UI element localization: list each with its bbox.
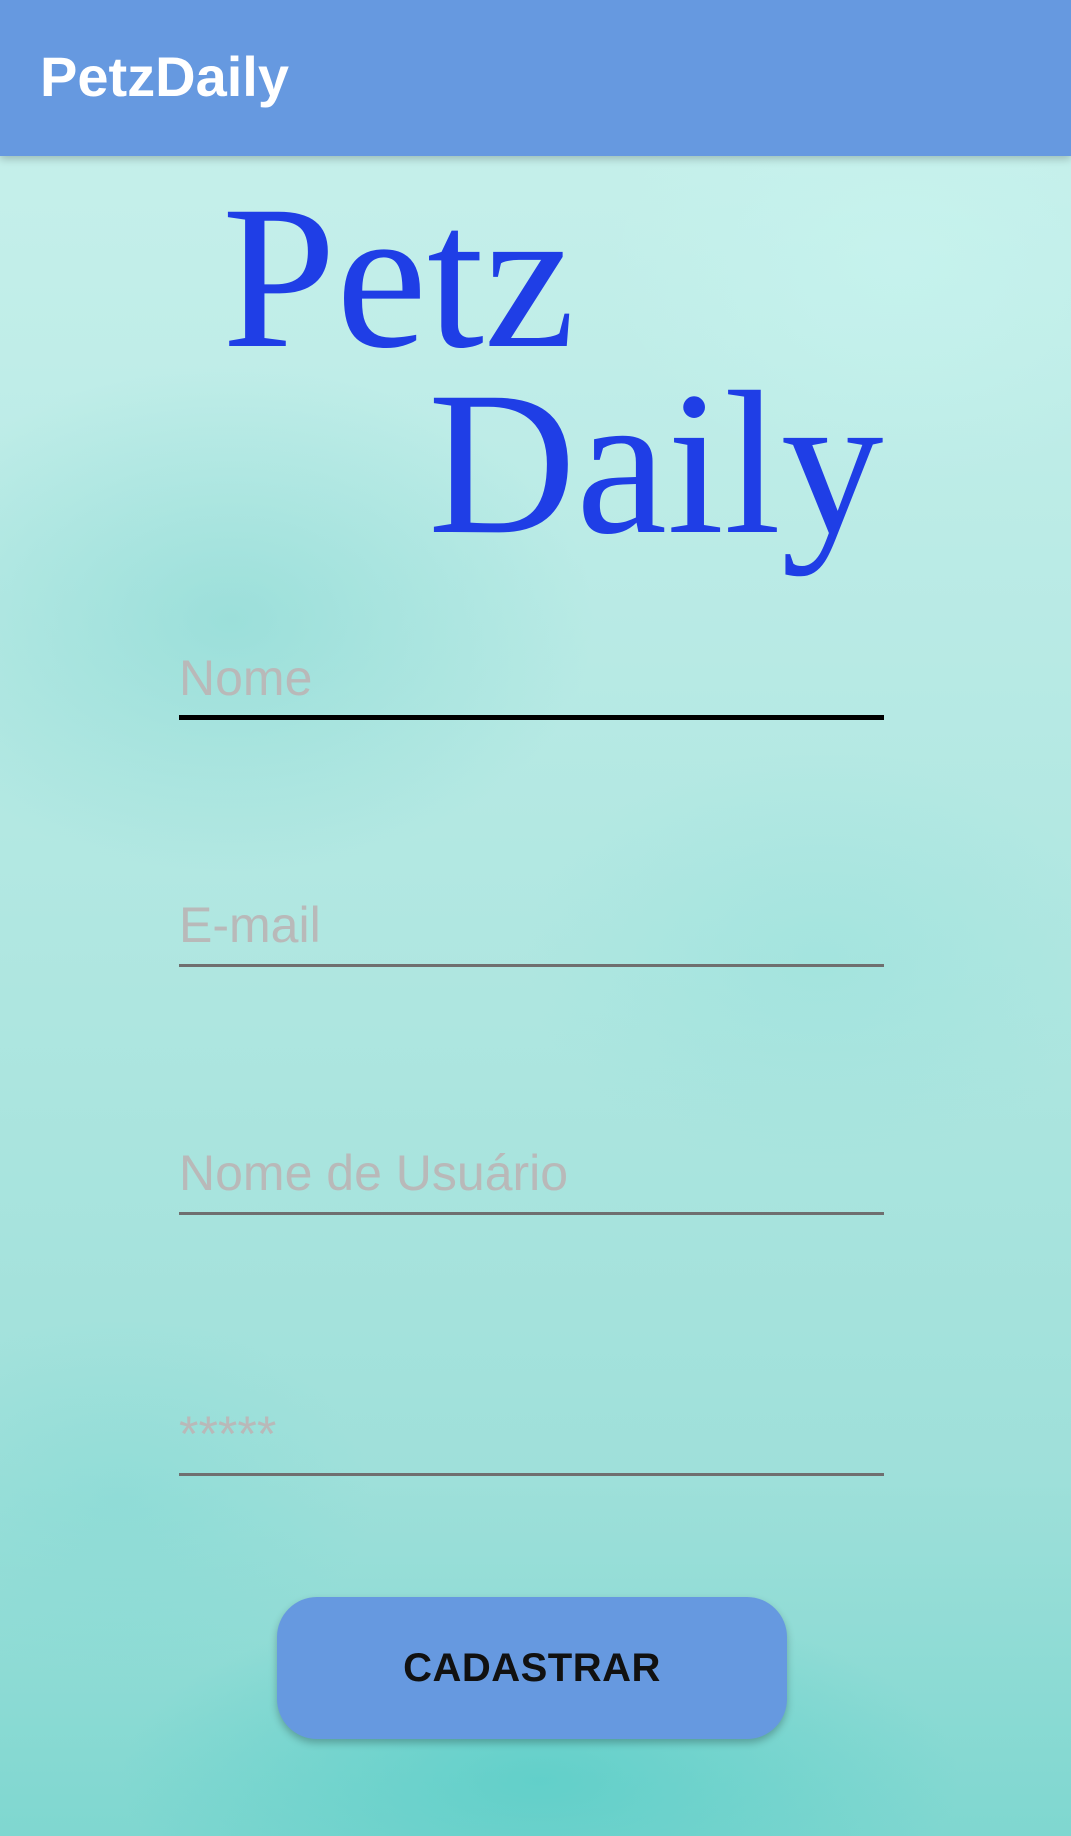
name-field [179, 640, 884, 720]
password-input[interactable] [179, 1396, 884, 1472]
email-input-underline [179, 964, 884, 967]
petz-daily-logo: Petz Daily [0, 156, 1071, 606]
password-input-underline [179, 1473, 884, 1476]
name-input-underline [179, 715, 884, 720]
email-input[interactable] [179, 887, 884, 963]
password-field [179, 1396, 884, 1476]
logo-text-line-2: Daily [428, 350, 884, 577]
email-field [179, 887, 884, 967]
username-input-underline [179, 1212, 884, 1215]
cadastrar-button[interactable]: CADASTRAR [277, 1597, 787, 1739]
app-title: PetzDaily [40, 45, 289, 108]
logo-text-line-1: Petz [222, 164, 575, 391]
name-input[interactable] [179, 640, 884, 716]
app-bar: PetzDaily [0, 0, 1071, 156]
username-input[interactable] [179, 1135, 884, 1211]
username-field [179, 1135, 884, 1215]
